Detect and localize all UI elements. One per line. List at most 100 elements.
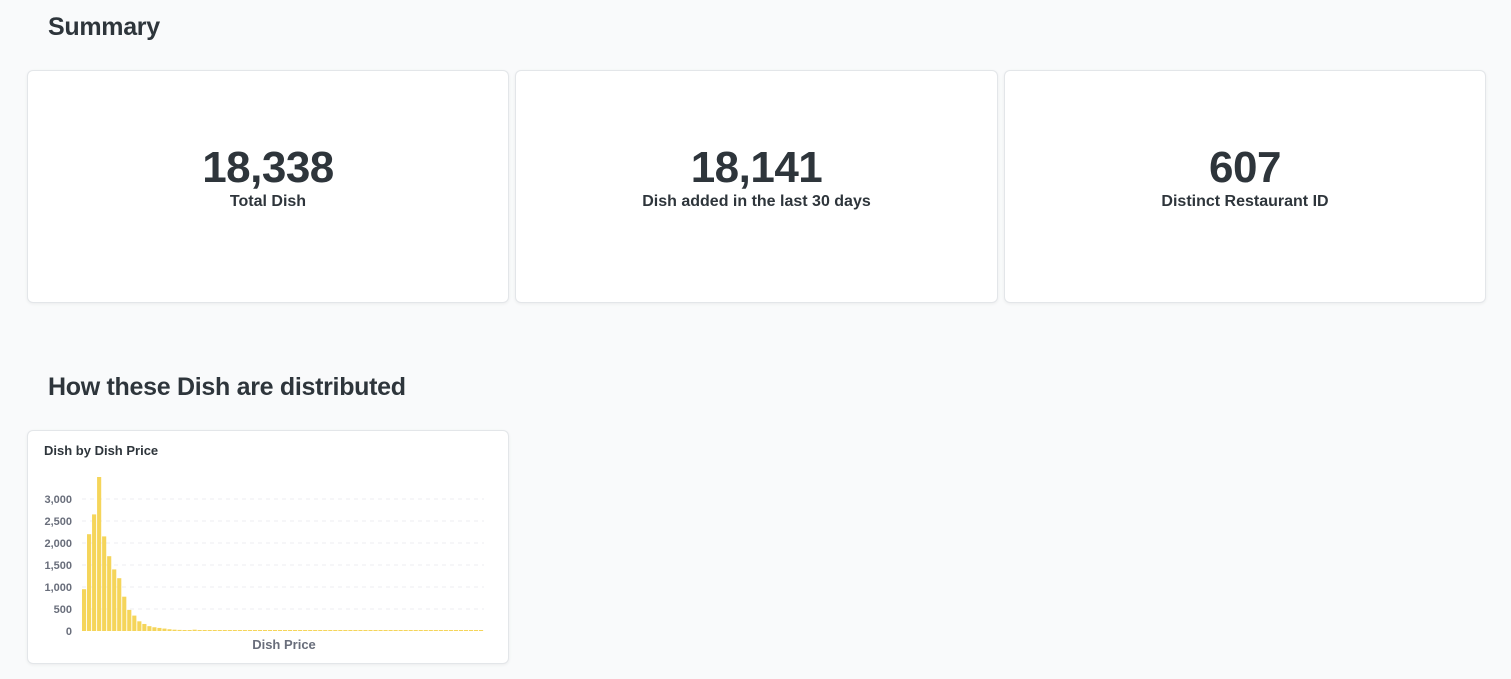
histogram-bar[interactable] (478, 630, 484, 631)
y-tick-label: 2,500 (44, 516, 72, 528)
histogram-bar[interactable] (393, 630, 398, 631)
histogram-bar[interactable] (438, 630, 443, 631)
histogram-bar[interactable] (237, 630, 242, 631)
histogram-bar[interactable] (147, 626, 152, 631)
histogram-bar[interactable] (303, 630, 308, 631)
histogram-bar[interactable] (242, 630, 247, 631)
histogram-bar[interactable] (252, 630, 257, 631)
dish-added-last-30-days-card[interactable]: 18,141 Dish added in the last 30 days (515, 70, 998, 303)
distribution-heading: How these Dish are distributed (48, 373, 406, 401)
histogram-bar[interactable] (137, 621, 142, 631)
histogram-bar[interactable] (207, 630, 212, 631)
histogram-bar[interactable] (293, 630, 298, 631)
histogram-bar[interactable] (177, 629, 182, 631)
distinct-restaurant-value: 607 (1209, 142, 1281, 192)
histogram-bar[interactable] (262, 630, 268, 631)
histogram-bar[interactable] (408, 630, 413, 631)
chart-y-axis: 0 500 1,000 1,500 2,000 2,500 3,000 (44, 494, 72, 638)
y-tick-label: 3,000 (44, 494, 72, 506)
histogram-bar[interactable] (212, 630, 217, 631)
histogram-bar[interactable] (172, 629, 177, 631)
total-dish-card[interactable]: 18,338 Total Dish (27, 70, 509, 303)
summary-heading: Summary (48, 13, 160, 41)
dish-added-value: 18,141 (690, 142, 823, 192)
histogram-bar[interactable] (378, 630, 383, 631)
histogram-bar[interactable] (323, 630, 328, 631)
histogram-bar[interactable] (167, 629, 172, 631)
chart-x-axis-label: Dish Price (252, 637, 316, 652)
histogram-bar[interactable] (267, 630, 273, 631)
histogram-bar[interactable] (398, 630, 403, 631)
histogram-bar[interactable] (97, 477, 102, 631)
histogram-bar[interactable] (187, 630, 192, 631)
histogram-bar[interactable] (162, 628, 167, 631)
histogram-bar[interactable] (222, 630, 227, 631)
histogram-bar[interactable] (142, 623, 147, 631)
histogram-bar[interactable] (373, 630, 378, 631)
histogram-bar[interactable] (328, 630, 333, 631)
histogram-bar[interactable] (348, 630, 353, 631)
histogram-bar[interactable] (448, 630, 453, 631)
dish-by-price-chart-card[interactable]: 0 500 1,000 1,500 2,000 2,500 3,000 Dish Price… (27, 430, 509, 664)
histogram-bar[interactable] (87, 534, 92, 631)
histogram-bar[interactable] (277, 630, 283, 631)
histogram-bar[interactable] (343, 630, 348, 631)
histogram-bar[interactable] (102, 536, 107, 631)
histogram-bar[interactable] (363, 630, 368, 631)
histogram-bar[interactable] (418, 630, 423, 631)
histogram-bar[interactable] (192, 629, 197, 631)
total-dish-value: 18,338 (202, 142, 334, 192)
histogram-bar[interactable] (112, 569, 117, 631)
histogram-bar[interactable] (132, 615, 137, 631)
histogram-bar[interactable] (107, 556, 112, 631)
histogram-bar[interactable] (182, 630, 187, 631)
chart-gridlines (82, 498, 484, 610)
histogram-bar[interactable] (383, 630, 388, 631)
histogram-bar[interactable] (338, 630, 343, 631)
histogram-bar[interactable] (122, 596, 127, 631)
histogram-bar[interactable] (428, 630, 433, 631)
histogram-bar[interactable] (468, 630, 474, 631)
histogram-bar[interactable] (288, 630, 293, 631)
histogram-bar[interactable] (443, 630, 448, 631)
histogram-bar[interactable] (413, 630, 418, 631)
histogram-bar[interactable] (308, 630, 313, 631)
histogram-bar[interactable] (473, 630, 479, 631)
histogram-bar[interactable] (232, 630, 237, 631)
histogram-bar[interactable] (333, 630, 338, 631)
chart-title[interactable]: Dish by Dish Price (44, 443, 158, 458)
histogram-bar[interactable] (403, 630, 408, 631)
histogram-bar[interactable] (197, 630, 202, 631)
chart-bars (82, 477, 484, 631)
distinct-restaurant-id-card[interactable]: 607 Distinct Restaurant ID (1004, 70, 1486, 303)
histogram-bar[interactable] (298, 630, 303, 631)
histogram-bar[interactable] (368, 630, 373, 631)
histogram-bar[interactable] (82, 589, 87, 631)
y-tick-label: 500 (54, 604, 72, 616)
histogram-bar[interactable] (92, 514, 97, 631)
histogram-bar[interactable] (313, 630, 318, 631)
histogram-bar[interactable] (217, 630, 222, 631)
histogram-bar[interactable] (283, 630, 288, 631)
histogram-bar[interactable] (127, 609, 132, 631)
histogram-bar[interactable] (318, 630, 323, 631)
y-tick-label: 1,500 (44, 560, 72, 572)
histogram-bar[interactable] (272, 630, 278, 631)
y-tick-label: 2,000 (44, 538, 72, 550)
histogram-bar[interactable] (157, 627, 162, 631)
histogram-bar[interactable] (358, 630, 363, 631)
histogram-bar[interactable] (117, 578, 122, 631)
histogram-bar[interactable] (433, 630, 438, 631)
histogram-bar[interactable] (458, 630, 464, 631)
histogram-bar[interactable] (152, 627, 157, 631)
histogram-bar[interactable] (423, 630, 428, 631)
histogram-bar[interactable] (453, 630, 458, 631)
histogram-bar[interactable] (257, 630, 263, 631)
histogram-bar[interactable] (388, 630, 393, 631)
histogram-bar[interactable] (463, 630, 469, 631)
histogram-bar[interactable] (247, 630, 252, 631)
total-dish-label: Total Dish (229, 192, 307, 210)
histogram-bar[interactable] (227, 630, 232, 631)
histogram-bar[interactable] (202, 630, 207, 631)
histogram-bar[interactable] (353, 630, 358, 631)
